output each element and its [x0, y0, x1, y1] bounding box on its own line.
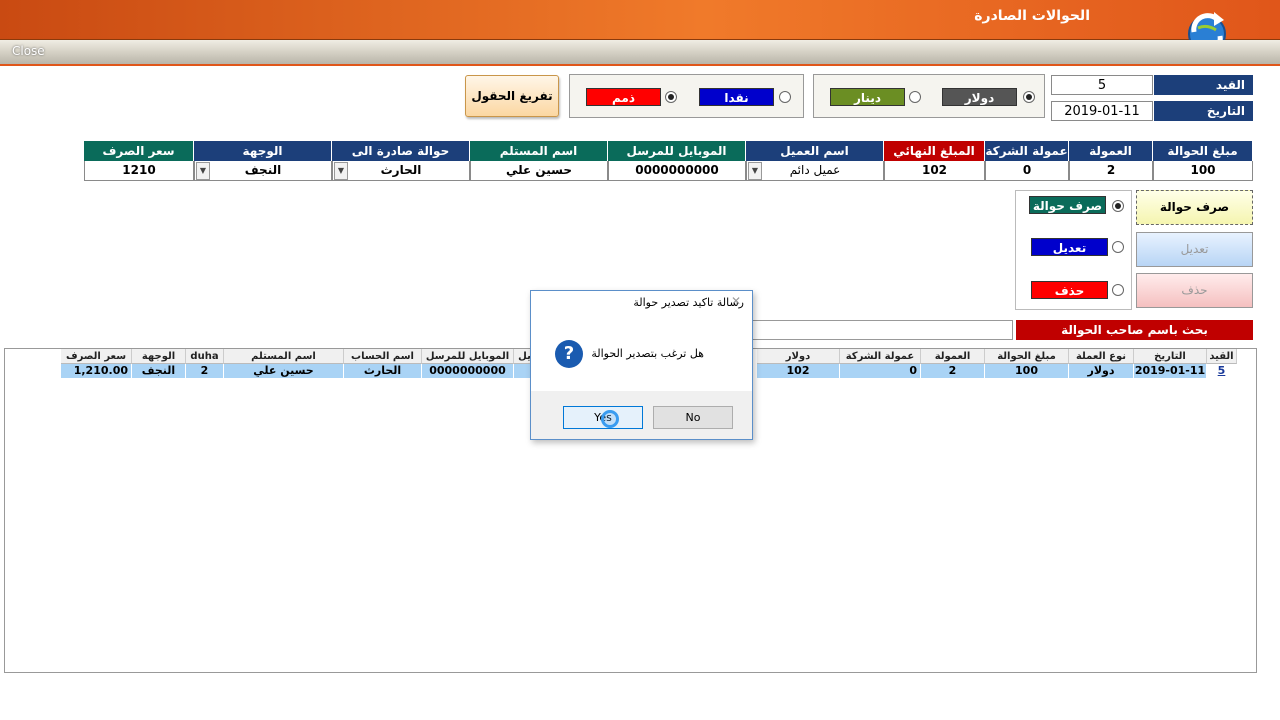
row-date: 2019-01-11	[1134, 364, 1207, 378]
hdr-company-commission: عمولة الشركة	[985, 141, 1069, 161]
edit-chip: تعديل	[1031, 238, 1108, 256]
pay-radio[interactable]	[1112, 200, 1124, 212]
chevron-down-icon[interactable]: ▼	[196, 162, 210, 180]
col-duha[interactable]: duha	[186, 349, 224, 364]
hdr-amount: مبلغ الحوالة	[1153, 141, 1253, 161]
qaid-label: القيد	[1154, 75, 1253, 95]
qaid-field[interactable]: 5	[1051, 75, 1153, 95]
dialog-message: هل ترغب بتصدير الحوالة	[591, 347, 704, 360]
currency-dinar-chip: دينار	[830, 88, 905, 106]
row-duha: 2	[186, 364, 224, 378]
col-receiver-name[interactable]: اسم المستلم	[224, 349, 344, 364]
payment-cash-radio[interactable]	[779, 91, 791, 103]
payment-credit-chip: ذمم	[586, 88, 661, 106]
col-company-commission[interactable]: عمولة الشركة	[840, 349, 921, 364]
date-field[interactable]: 2019-01-11	[1051, 101, 1153, 121]
col-account-name[interactable]: اسم الحساب	[344, 349, 422, 364]
hdr-sender-mobile: الموبايل للمرسل	[608, 141, 746, 161]
clear-fields-button[interactable]: تفريغ الحقول	[465, 75, 559, 117]
col-dollar[interactable]: دولار	[757, 349, 840, 364]
client-name-select[interactable]: عميل دائم ▼	[746, 161, 884, 181]
cursor-icon	[601, 410, 619, 428]
company-commission-field[interactable]: 0	[985, 161, 1069, 181]
col-destination[interactable]: الوجهة	[132, 349, 186, 364]
date-label: التاريخ	[1154, 101, 1253, 121]
transfer-to-select[interactable]: الحارث ▼	[332, 161, 470, 181]
row-currency: دولار	[1069, 364, 1134, 378]
question-icon: ?	[555, 340, 583, 368]
row-destination: النجف	[132, 364, 186, 378]
row-amount: 100	[985, 364, 1069, 378]
currency-dollar-radio[interactable]	[1023, 91, 1035, 103]
hdr-receiver-name: اسم المستلم	[470, 141, 608, 161]
row-sender-mobile: 0000000000	[422, 364, 514, 378]
exchange-rate-field[interactable]: 1210	[84, 161, 194, 181]
col-date[interactable]: التاريخ	[1134, 349, 1207, 364]
delete-chip: حذف	[1031, 281, 1108, 299]
destination-value: النجف	[244, 163, 282, 177]
row-receiver-name: حسين علي	[224, 364, 344, 378]
chevron-down-icon[interactable]: ▼	[748, 162, 762, 180]
payment-group: نقدا ذمم	[569, 74, 804, 118]
close-icon[interactable]: ✕	[731, 294, 741, 308]
hdr-final-amount: المبلغ النهائي	[884, 141, 985, 161]
hdr-commission: العمولة	[1069, 141, 1153, 161]
col-currency[interactable]: نوع العملة	[1069, 349, 1134, 364]
chevron-down-icon[interactable]: ▼	[334, 162, 348, 180]
col-exchange-rate[interactable]: سعر الصرف	[61, 349, 132, 364]
delete-radio[interactable]	[1112, 284, 1124, 296]
final-amount-field[interactable]: 102	[884, 161, 985, 181]
pay-chip: صرف حوالة	[1029, 196, 1106, 214]
hdr-exchange-rate: سعر الصرف	[84, 141, 194, 161]
pay-button[interactable]: صرف حوالة	[1136, 190, 1253, 225]
edit-button[interactable]: تعديل	[1136, 232, 1253, 267]
title-bar: الحوالات الصادرة	[0, 0, 1280, 40]
hdr-destination: الوجهة	[194, 141, 332, 161]
commission-field[interactable]: 2	[1069, 161, 1153, 181]
payment-credit-radio[interactable]	[665, 91, 677, 103]
confirm-dialog: رسالة تاكيد تصدير حوالة ✕ ? هل ترغب بتصد…	[530, 290, 753, 440]
delete-button[interactable]: حذف	[1136, 273, 1253, 308]
amount-field[interactable]: 100	[1153, 161, 1253, 181]
edit-radio[interactable]	[1112, 241, 1124, 253]
row-dollar: 102	[757, 364, 840, 378]
hdr-client-name: اسم العميل	[746, 141, 884, 161]
col-commission[interactable]: العمولة	[921, 349, 985, 364]
dialog-title: رسالة تاكيد تصدير حوالة	[633, 296, 744, 309]
client-name-value: عميل دائم	[789, 163, 841, 177]
currency-dollar-chip: دولار	[942, 88, 1017, 106]
sender-mobile-field[interactable]: 0000000000	[608, 161, 746, 181]
receiver-name-field[interactable]: حسين علي	[470, 161, 608, 181]
destination-select[interactable]: النجف ▼	[194, 161, 332, 181]
row-company-commission: 0	[840, 364, 921, 378]
hdr-transfer-to: حوالة صادرة الى	[332, 141, 470, 161]
currency-group: دولار دينار	[813, 74, 1045, 118]
col-sender-mobile[interactable]: الموبايل للمرسل	[422, 349, 514, 364]
row-commission: 2	[921, 364, 985, 378]
row-account-name: الحارث	[344, 364, 422, 378]
row-qaid-link[interactable]: 5	[1207, 364, 1237, 378]
currency-dinar-radio[interactable]	[909, 91, 921, 103]
row-exchange-rate: 1,210.00	[61, 364, 132, 378]
window-title: الحوالات الصادرة	[974, 8, 1090, 24]
payment-cash-chip: نقدا	[699, 88, 774, 106]
col-qaid[interactable]: القيد	[1207, 349, 1237, 364]
no-button[interactable]: No	[653, 406, 733, 429]
menu-bar: Close	[0, 40, 1280, 66]
operation-radio-group: صرف حوالة تعديل حذف	[1015, 190, 1132, 310]
close-link[interactable]: Close	[12, 44, 45, 58]
search-input[interactable]	[752, 320, 1013, 340]
col-amount[interactable]: مبلغ الحوالة	[985, 349, 1069, 364]
search-label: بحث باسم صاحب الحوالة	[1016, 320, 1253, 340]
transfer-to-value: الحارث	[380, 163, 422, 177]
